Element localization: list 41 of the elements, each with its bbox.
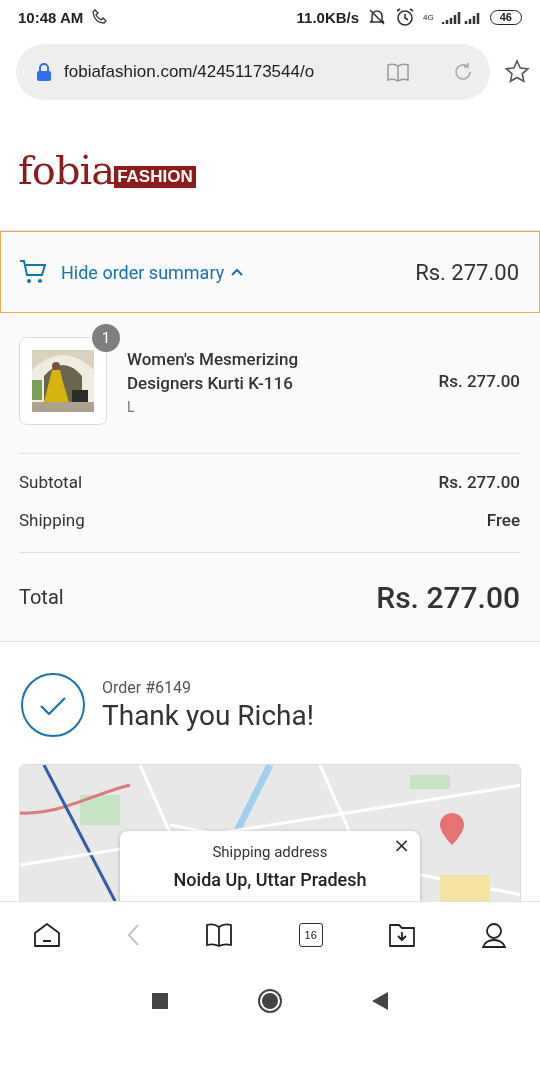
network-speed: 11.0KB/s — [296, 8, 360, 26]
clock-time: 10:48 AM — [18, 8, 84, 26]
quantity-badge: 1 — [92, 324, 120, 352]
user-icon — [481, 922, 508, 948]
total-label: Total — [19, 585, 64, 609]
check-circle-icon — [20, 672, 86, 738]
cart-icon — [19, 259, 47, 285]
close-button[interactable]: × — [389, 835, 414, 855]
home-button[interactable] — [32, 922, 61, 948]
order-number: Order #6149 — [102, 678, 192, 697]
product-price: Rs. 277.00 — [438, 371, 520, 391]
lock-icon — [36, 62, 52, 82]
signal-icon — [441, 9, 482, 25]
cost-label: Shipping — [19, 510, 85, 530]
summary-toggle[interactable]: Hide order summary — [61, 261, 402, 283]
cost-value: Rs. 277.00 — [438, 472, 520, 492]
back-icon — [126, 923, 140, 947]
logo-tag: FASHION — [114, 166, 196, 188]
product-variant: L — [127, 399, 136, 415]
cost-value: Free — [486, 510, 520, 530]
chevron-icon — [230, 266, 245, 278]
product-name: Women's Mesmerizing Designers Kurti K-116 — [127, 348, 300, 395]
alarm-icon — [395, 7, 416, 27]
cost-label: Subtotal — [19, 472, 83, 492]
summary-total: Rs. 277.00 — [415, 259, 519, 285]
bookmarks-button[interactable] — [205, 922, 234, 948]
home-circle-icon[interactable] — [258, 989, 282, 1013]
total-value: Rs. 277.00 — [376, 579, 520, 615]
logo-wordmark: fobia — [18, 147, 115, 193]
back-triangle-icon[interactable] — [372, 992, 388, 1010]
folder-download-icon — [387, 922, 416, 948]
home-icon — [32, 922, 61, 948]
popup-title: Shipping address — [212, 843, 328, 861]
shipping-address: Noida Up, Uttar Pradesh — [173, 869, 367, 890]
tabs-button[interactable]: 16 — [298, 923, 323, 947]
star-icon[interactable] — [504, 59, 530, 85]
profile-button[interactable] — [481, 922, 508, 948]
downloads-button[interactable] — [387, 922, 416, 948]
book-icon — [205, 922, 234, 948]
network-type: 4G — [423, 12, 434, 22]
thank-you-heading: Thank you Richa! — [102, 699, 314, 732]
